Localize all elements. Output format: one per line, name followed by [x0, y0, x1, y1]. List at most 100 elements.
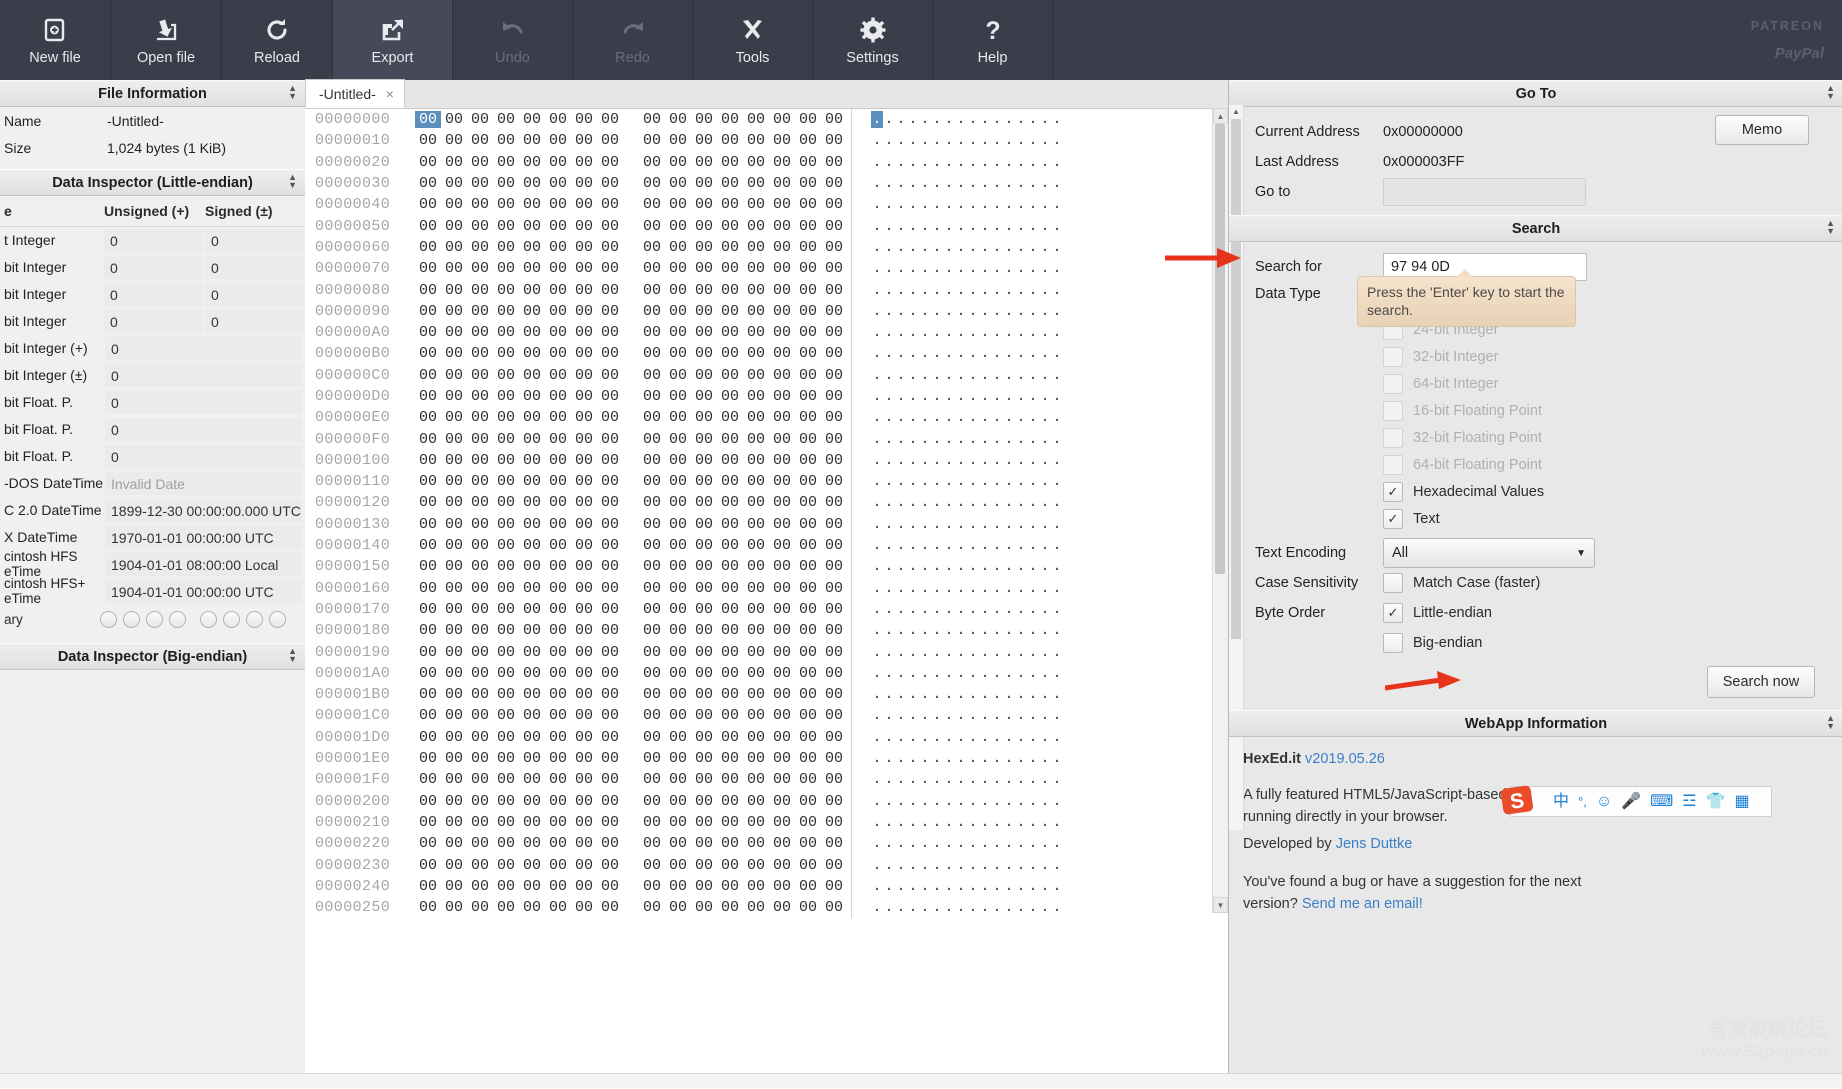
- hex-byte[interactable]: 00: [519, 196, 545, 213]
- hex-byte[interactable]: 00: [519, 175, 545, 192]
- ascii-char[interactable]: .: [943, 409, 955, 426]
- ascii-char[interactable]: .: [955, 537, 967, 554]
- ascii-char[interactable]: .: [871, 431, 883, 448]
- hex-byte[interactable]: 00: [665, 580, 691, 597]
- ascii-char[interactable]: .: [919, 622, 931, 639]
- hex-row[interactable]: 00000120 00 00 00 00 00 00 00 00 00 00 00 00 00 00 00 00…: [305, 492, 1228, 514]
- hex-byte[interactable]: 00: [821, 857, 847, 874]
- hex-byte[interactable]: 00: [493, 473, 519, 490]
- hex-byte[interactable]: 00: [691, 260, 717, 277]
- ascii-char[interactable]: .: [919, 686, 931, 703]
- ascii-char[interactable]: .: [1027, 729, 1039, 746]
- hex-byte[interactable]: 00: [743, 729, 769, 746]
- ascii-char[interactable]: .: [979, 324, 991, 341]
- hex-byte[interactable]: 00: [441, 580, 467, 597]
- ascii-char[interactable]: .: [1027, 878, 1039, 895]
- binary-bit[interactable]: [269, 610, 286, 628]
- hex-byte[interactable]: 00: [665, 239, 691, 256]
- ascii-char[interactable]: .: [943, 303, 955, 320]
- data-type-option[interactable]: ✓ Text: [1243, 505, 1842, 532]
- ascii-char[interactable]: .: [991, 729, 1003, 746]
- ascii-char[interactable]: .: [1039, 239, 1051, 256]
- hex-byte[interactable]: 00: [795, 835, 821, 852]
- ascii-char[interactable]: .: [907, 260, 919, 277]
- ascii-char[interactable]: .: [1015, 750, 1027, 767]
- ascii-char[interactable]: .: [883, 793, 895, 810]
- hex-byte[interactable]: 00: [441, 601, 467, 618]
- hex-byte[interactable]: 00: [691, 771, 717, 788]
- ascii-char[interactable]: .: [919, 239, 931, 256]
- ascii-char[interactable]: .: [1003, 814, 1015, 831]
- ascii-char[interactable]: .: [895, 494, 907, 511]
- hex-byte[interactable]: 00: [467, 431, 493, 448]
- hex-row[interactable]: 00000110 00 00 00 00 00 00 00 00 00 00 00 00 00 00 00 00…: [305, 471, 1228, 493]
- ascii-char[interactable]: .: [991, 132, 1003, 149]
- data-type-checkbox[interactable]: ✓: [1383, 481, 1403, 502]
- data-inspector-unsigned-value[interactable]: 0: [105, 418, 302, 441]
- data-inspector-unsigned-value[interactable]: 0: [105, 391, 302, 414]
- ascii-char[interactable]: .: [907, 282, 919, 299]
- hex-byte[interactable]: 00: [415, 516, 441, 533]
- section-header-data-inspector-le[interactable]: Data Inspector (Little-endian) ▲ ▼: [0, 169, 305, 196]
- hex-byte[interactable]: 00: [571, 154, 597, 171]
- hex-byte[interactable]: 00: [795, 367, 821, 384]
- ascii-char[interactable]: .: [1015, 644, 1027, 661]
- hex-byte[interactable]: 00: [571, 814, 597, 831]
- hex-byte[interactable]: 00: [571, 409, 597, 426]
- hex-byte[interactable]: 00: [467, 388, 493, 405]
- hex-byte[interactable]: 00: [415, 686, 441, 703]
- hex-byte[interactable]: 00: [467, 111, 493, 128]
- ascii-char[interactable]: .: [919, 516, 931, 533]
- ascii-char[interactable]: .: [943, 558, 955, 575]
- ascii-char[interactable]: .: [883, 644, 895, 661]
- hex-row[interactable]: 00000020 00 00 00 00 00 00 00 00 00 00 00 00 00 00 00 00…: [305, 151, 1228, 173]
- ascii-char[interactable]: .: [1027, 686, 1039, 703]
- ascii-char[interactable]: .: [967, 473, 979, 490]
- hex-byte[interactable]: 00: [545, 537, 571, 554]
- hex-byte[interactable]: 00: [571, 580, 597, 597]
- hex-row[interactable]: 00000060 00 00 00 00 00 00 00 00 00 00 00 00 00 00 00 00…: [305, 236, 1228, 259]
- collapse-toggle-icon[interactable]: ▲ ▼: [1826, 219, 1835, 236]
- ascii-char[interactable]: .: [967, 686, 979, 703]
- ascii-char[interactable]: .: [883, 132, 895, 149]
- hex-byte[interactable]: 00: [691, 154, 717, 171]
- hex-byte[interactable]: 00: [795, 771, 821, 788]
- ascii-char[interactable]: .: [1027, 260, 1039, 277]
- hex-row[interactable]: 00000070 00 00 00 00 00 00 00 00 00 00 00 00 00 00 00 00…: [305, 258, 1228, 280]
- ascii-char[interactable]: .: [883, 196, 895, 213]
- hex-row[interactable]: 000001A0 00 00 00 00 00 00 00 00 00 00 00 00 00 00 00 00…: [305, 662, 1228, 685]
- hex-byte[interactable]: 00: [665, 345, 691, 362]
- hex-byte[interactable]: 00: [571, 558, 597, 575]
- hex-byte[interactable]: 00: [665, 494, 691, 511]
- ascii-char[interactable]: .: [907, 622, 919, 639]
- hex-byte[interactable]: 00: [519, 537, 545, 554]
- hex-byte[interactable]: 00: [639, 388, 665, 405]
- hex-byte[interactable]: 00: [665, 409, 691, 426]
- goto-input[interactable]: [1383, 178, 1586, 206]
- ascii-char[interactable]: .: [979, 835, 991, 852]
- hex-byte[interactable]: 00: [545, 388, 571, 405]
- hex-byte[interactable]: 00: [639, 771, 665, 788]
- ascii-char[interactable]: .: [991, 686, 1003, 703]
- ascii-char[interactable]: .: [991, 707, 1003, 724]
- hex-row[interactable]: 000000E0 00 00 00 00 00 00 00 00 00 00 00 00 00 00 00 00…: [305, 407, 1228, 429]
- hex-byte[interactable]: 00: [743, 793, 769, 810]
- ascii-char[interactable]: .: [943, 665, 955, 682]
- ascii-char[interactable]: .: [1027, 111, 1039, 128]
- ascii-char[interactable]: .: [1051, 431, 1063, 448]
- hex-byte[interactable]: 00: [467, 580, 493, 597]
- hex-byte[interactable]: 00: [665, 729, 691, 746]
- hex-byte[interactable]: 00: [415, 580, 441, 597]
- hex-byte[interactable]: 00: [467, 729, 493, 746]
- hex-byte[interactable]: 00: [821, 282, 847, 299]
- ascii-char[interactable]: .: [991, 154, 1003, 171]
- ascii-char[interactable]: .: [1015, 452, 1027, 469]
- hex-row[interactable]: 000001C0 00 00 00 00 00 00 00 00 00 00 00 00 00 00 00 00…: [305, 705, 1228, 727]
- ascii-char[interactable]: .: [1015, 707, 1027, 724]
- ascii-char[interactable]: .: [895, 665, 907, 682]
- ascii-char[interactable]: .: [991, 814, 1003, 831]
- hex-byte[interactable]: 00: [795, 473, 821, 490]
- ascii-char[interactable]: .: [943, 494, 955, 511]
- hex-byte[interactable]: 00: [639, 303, 665, 320]
- hex-byte[interactable]: 00: [519, 814, 545, 831]
